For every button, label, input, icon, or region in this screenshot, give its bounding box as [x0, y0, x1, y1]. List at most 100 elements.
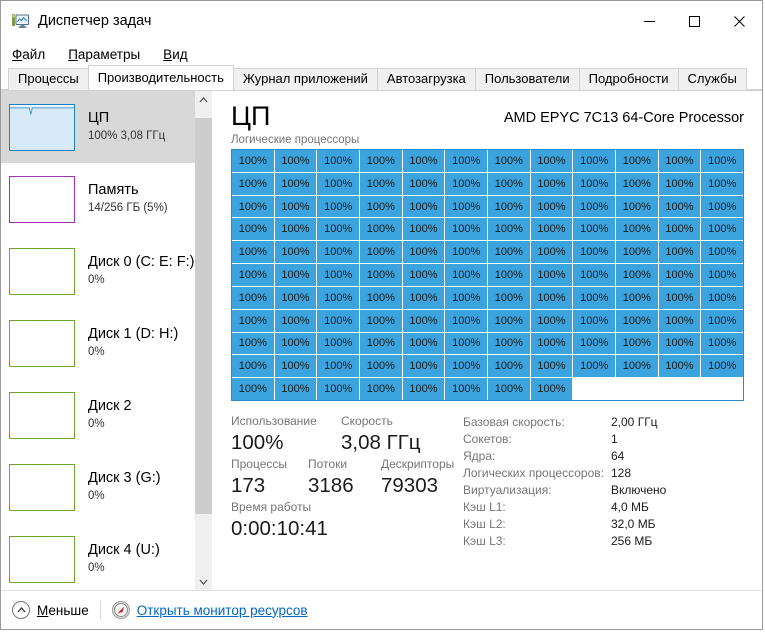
stats-row-usage-speed: Использование 100% Скорость 3,08 ГГц [231, 413, 463, 456]
tab-processes[interactable]: Процессы [8, 68, 89, 90]
logical-processor-cell: 100% [317, 172, 359, 195]
tab-performance[interactable]: Производительность [87, 65, 234, 90]
maximize-button[interactable] [672, 1, 717, 41]
close-button[interactable] [717, 1, 762, 41]
sidebar-memory-sub: 14/256 ГБ (5%) [88, 202, 168, 214]
logical-processor-cell: 100% [445, 264, 487, 286]
tab-startup[interactable]: Автозагрузка [376, 68, 476, 90]
tab-details[interactable]: Подробности [578, 68, 679, 90]
sidebar-item-disk4[interactable]: Диск 4 (U:) 0% [1, 523, 195, 590]
sidebar-cpu-title: ЦП [88, 110, 110, 126]
logical-processor-cell: 100% [317, 264, 359, 286]
logical-processor-cell: 100% [317, 195, 359, 218]
sidebar-disk3-sub: 0% [88, 490, 105, 502]
logical-processor-cell: 100% [488, 264, 530, 286]
menu-options[interactable]: Параметры [66, 46, 142, 63]
logical-processor-cell: 100% [360, 150, 402, 172]
window-controls [627, 1, 762, 41]
spec-logical-processors-key: Логических процессоров: [463, 466, 604, 480]
cpu-thumbnail-graph [9, 103, 75, 151]
logical-processor-cell: 100% [402, 241, 445, 264]
menu-file[interactable]: Файл [10, 46, 47, 63]
logical-processor-cell: 100% [701, 241, 743, 264]
spec-base-speed-key: Базовая скорость: [463, 415, 565, 429]
logical-processor-cell: 100% [658, 332, 701, 355]
sidebar-item-memory[interactable]: Память 14/256 ГБ (5%) [1, 163, 195, 235]
logical-processor-cell: 100% [317, 286, 359, 309]
logical-processor-cell: 100% [701, 332, 743, 355]
page-title: ЦП [231, 101, 271, 131]
logical-processor-cell: 100% [530, 378, 573, 400]
logical-processor-cell: 100% [360, 286, 402, 309]
logical-processor-cell: 100% [530, 195, 573, 218]
spec-cores-value: 64 [611, 449, 625, 463]
logical-processor-cell: 100% [658, 150, 701, 172]
stat-threads-value: 3186 [308, 474, 354, 497]
spec-logical-processors-value: 128 [611, 466, 632, 480]
stat-speed-value: 3,08 ГГц [341, 431, 421, 454]
scrollbar-track[interactable] [195, 108, 212, 573]
sidebar-item-disk2[interactable]: Диск 2 0% [1, 379, 195, 451]
spec-l1-cache-key: Кэш L1: [463, 500, 506, 514]
sidebar-memory-text: Память 14/256 ГБ (5%) [88, 182, 168, 216]
menu-view[interactable]: Вид [161, 46, 189, 63]
logical-processor-cell: 100% [317, 332, 359, 355]
menu-file-accel: Ф [12, 46, 23, 62]
fewer-details-button[interactable]: Меньше [12, 601, 89, 619]
logical-processor-cell: 100% [274, 150, 317, 172]
logical-processor-cell: 100% [530, 241, 573, 264]
logical-processor-cell: 100% [616, 195, 658, 218]
resource-list: ЦП 100% 3,08 ГГц Память 14/256 ГБ (5%) Д… [1, 91, 195, 590]
stat-handles-value: 79303 [381, 474, 439, 497]
scroll-down-icon[interactable] [195, 573, 212, 590]
scrollbar-thumb[interactable] [195, 118, 212, 514]
logical-processor-cell: 100% [530, 309, 573, 332]
sidebar-disk4-sub: 0% [88, 562, 105, 574]
tab-services[interactable]: Службы [677, 68, 747, 90]
sidebar-item-disk1[interactable]: Диск 1 (D: H:) 0% [1, 307, 195, 379]
logical-processor-cell: 100% [488, 172, 530, 195]
open-resource-monitor-button[interactable]: Открыть монитор ресурсов [111, 601, 308, 619]
logical-processor-cell: 100% [360, 378, 402, 400]
tab-users[interactable]: Пользователи [474, 68, 580, 90]
resource-monitor-link[interactable]: Открыть монитор ресурсов [137, 603, 308, 618]
stat-uptime-value: 0:00:10:41 [231, 517, 328, 540]
sidebar-scrollbar[interactable] [195, 91, 212, 590]
logical-processor-cell: 100% [488, 241, 530, 264]
logical-processor-cell: 100% [445, 218, 487, 241]
sidebar-disk2-sub: 0% [88, 418, 105, 430]
logical-processors-grid[interactable]: 100% 100% 100% 100% 100% 100% 100% 100% 100% 100%… [231, 149, 744, 401]
spec-row: Кэш L2: 32,0 МБ [463, 516, 744, 533]
menu-view-accel: В [163, 46, 173, 62]
logical-processor-cell: 100% [360, 195, 402, 218]
cpu-header: ЦП AMD EPYC 7C13 64-Core Processor [231, 101, 744, 132]
sidebar-disk0-sub: 0% [88, 274, 105, 286]
status-separator [99, 601, 101, 619]
sidebar-disk0-text: Диск 0 (C: E: F:) 0% [88, 254, 194, 288]
scroll-up-icon[interactable] [195, 91, 212, 108]
logical-processor-cell: 100% [658, 309, 701, 332]
tab-app-history[interactable]: Журнал приложений [232, 68, 378, 90]
sidebar-item-cpu[interactable]: ЦП 100% 3,08 ГГц [1, 91, 195, 163]
logical-processor-cell: 100% [573, 309, 615, 332]
logical-processor-cell: 100% [360, 218, 402, 241]
logical-processor-cell: 100% [317, 150, 359, 172]
spec-l2-cache-key: Кэш L2: [463, 517, 506, 531]
logical-processor-cell: 100% [402, 309, 445, 332]
sidebar-disk4-text: Диск 4 (U:) 0% [88, 542, 160, 576]
logical-processor-cell: 100% [360, 332, 402, 355]
sidebar-item-disk0[interactable]: Диск 0 (C: E: F:) 0% [1, 235, 195, 307]
stat-utilization-value: 100% [231, 431, 284, 454]
taskmanager-icon [12, 13, 29, 30]
menu-options-rest: араметры [77, 46, 141, 62]
sidebar-panel: ЦП 100% 3,08 ГГц Память 14/256 ГБ (5%) Д… [1, 91, 212, 590]
logical-processor-cell: 100% [616, 355, 658, 378]
fewer-details-accel: М [37, 602, 49, 618]
logical-processor-cell: 100% [274, 286, 317, 309]
logical-processor-cell: 100% [274, 218, 317, 241]
disk2-thumbnail-graph [9, 391, 75, 439]
minimize-button[interactable] [627, 1, 672, 41]
logical-processor-cell: 100% [232, 378, 274, 400]
sidebar-item-disk3[interactable]: Диск 3 (G:) 0% [1, 451, 195, 523]
stats-row-proc-threads-handles: Процессы 173 Потоки 3186 Дескрипторы 793… [231, 456, 463, 499]
